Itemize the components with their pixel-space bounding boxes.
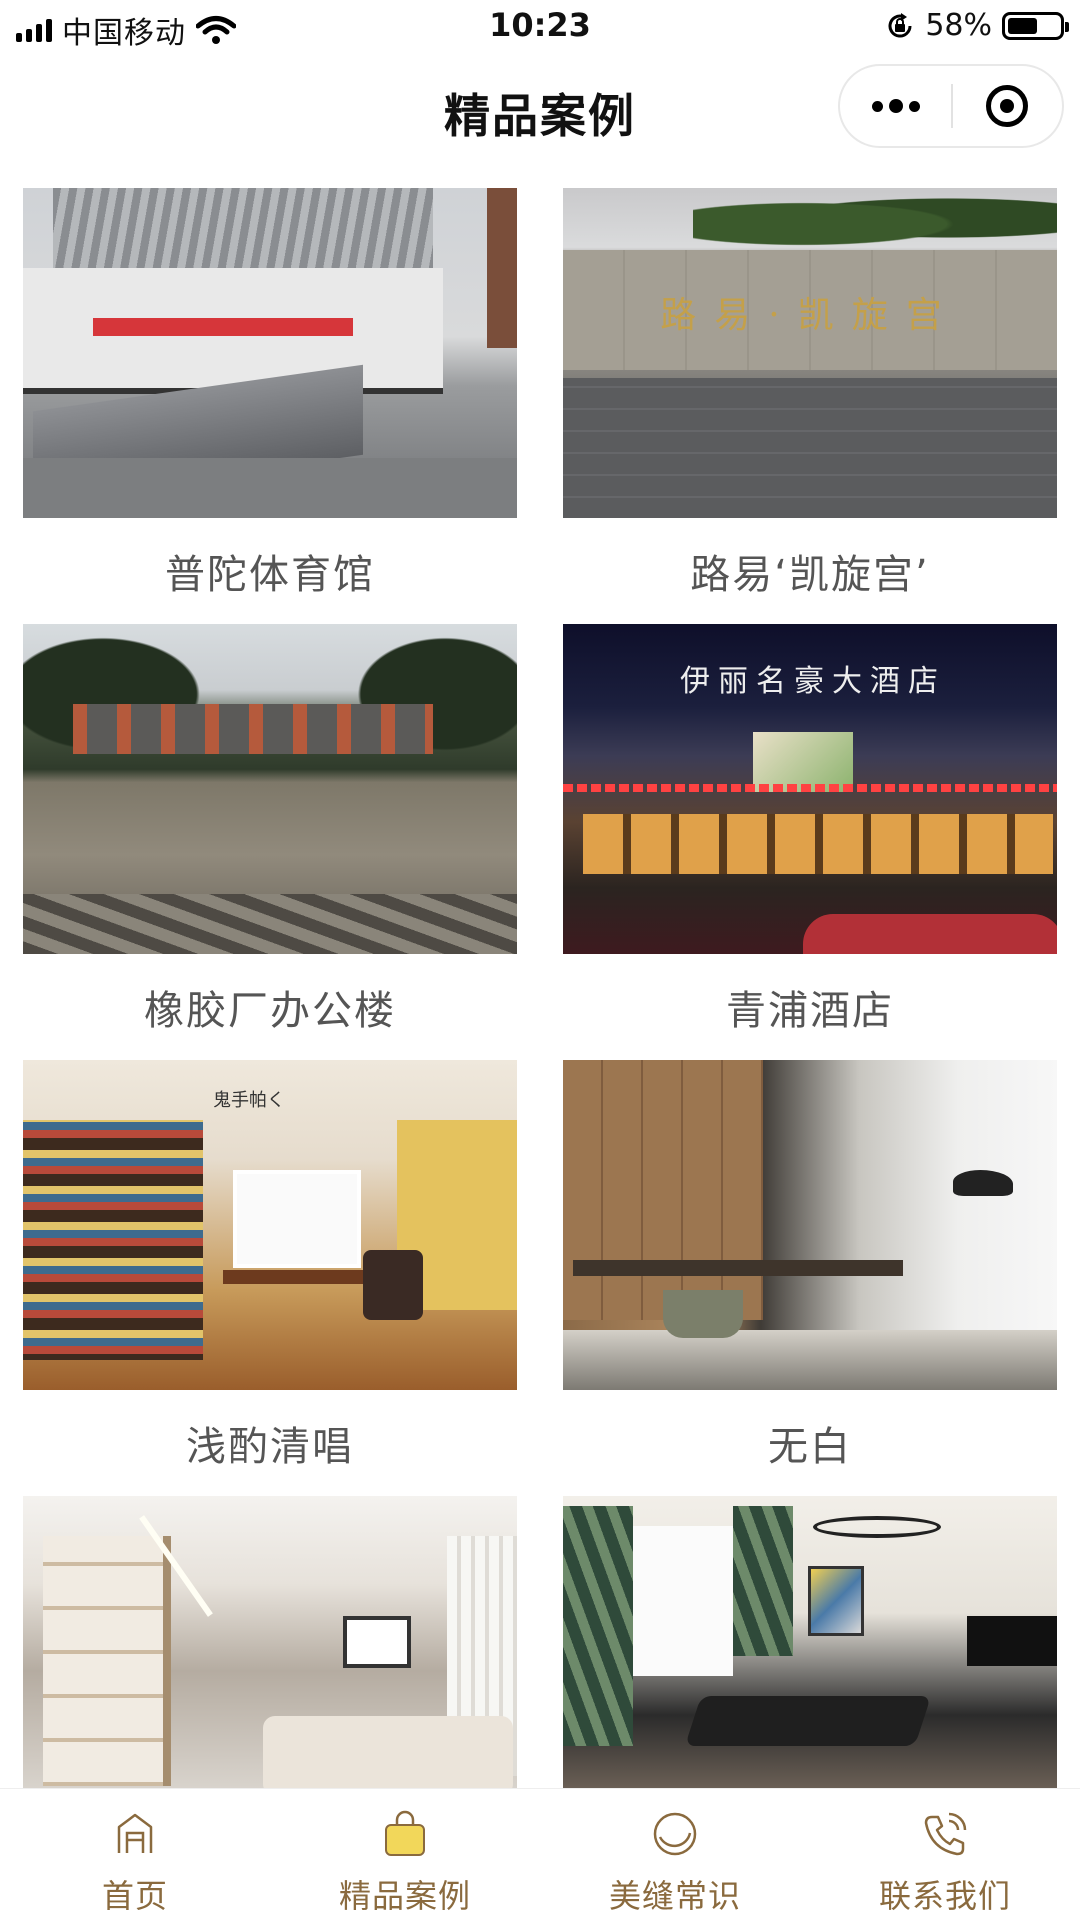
case-card[interactable]: 普陀体育馆: [23, 188, 517, 624]
case-image[interactable]: [23, 624, 517, 954]
more-button[interactable]: [840, 66, 951, 146]
tab-label: 联系我们: [878, 1877, 1011, 1915]
status-bar: 中国移动 10:23 58%: [0, 0, 1080, 56]
battery-percent: 58%: [925, 8, 992, 43]
tab-label: 首页: [101, 1877, 168, 1915]
case-card[interactable]: 鬼手帕く 浅酌清唱: [23, 1060, 517, 1496]
case-image[interactable]: 鬼手帕く: [23, 1060, 517, 1390]
case-card[interactable]: 伊丽名豪大酒店 青浦酒店: [563, 624, 1057, 1060]
case-title: 路易‘凯旋宫’: [690, 552, 930, 598]
case-image[interactable]: [563, 1060, 1057, 1390]
case-image[interactable]: [23, 188, 517, 518]
tab-tips[interactable]: 美缝常识: [540, 1789, 810, 1921]
case-card[interactable]: 路易·凯旋宫 路易‘凯旋宫’: [563, 188, 1057, 624]
mini-program-capsule: [838, 64, 1064, 148]
image-sign-text: 路易·凯旋宫: [660, 295, 960, 336]
case-image[interactable]: 路易·凯旋宫: [563, 188, 1057, 518]
dot-icon: [888, 99, 903, 113]
case-image[interactable]: 伊丽名豪大酒店: [563, 624, 1057, 954]
status-right: 58%: [885, 8, 1069, 43]
case-title: 浅酌清唱: [186, 1424, 354, 1470]
image-sign-text: 伊丽名豪大酒店: [680, 664, 946, 699]
tab-cases[interactable]: 精品案例: [270, 1789, 540, 1921]
nav-bar: 精品案例: [0, 56, 1080, 156]
case-title: 橡胶厂办公楼: [144, 988, 396, 1034]
tab-label: 精品案例: [338, 1877, 471, 1915]
rotation-lock-icon: [888, 12, 912, 38]
image-watermark: 鬼手帕く: [213, 1090, 285, 1111]
tab-contact[interactable]: 联系我们: [810, 1789, 1080, 1921]
dot-icon: [908, 100, 920, 112]
battery-icon: [1002, 11, 1069, 40]
target-icon: [986, 85, 1029, 127]
tab-bar: 首页 精品案例 美缝常识 联系我们: [0, 1788, 1080, 1921]
case-card[interactable]: 橡胶厂办公楼: [23, 624, 517, 1060]
case-image[interactable]: [563, 1496, 1057, 1788]
case-card[interactable]: [23, 1496, 517, 1788]
case-title: 无白: [768, 1424, 852, 1470]
case-title: 普陀体育馆: [165, 552, 375, 598]
ring-icon: [653, 1812, 697, 1856]
close-miniprogram-button[interactable]: [953, 66, 1062, 146]
phone-icon: [924, 1812, 967, 1856]
case-title: 青浦酒店: [726, 988, 894, 1034]
tab-home[interactable]: 首页: [0, 1789, 270, 1921]
case-card[interactable]: [563, 1496, 1057, 1788]
bag-icon: [385, 1810, 425, 1856]
case-card[interactable]: 无白: [563, 1060, 1057, 1496]
tab-label: 美缝常识: [608, 1877, 741, 1915]
case-image[interactable]: [23, 1496, 517, 1788]
battery-fill: [1008, 17, 1037, 34]
dot-icon: [871, 100, 883, 112]
home-icon: [117, 1813, 153, 1853]
